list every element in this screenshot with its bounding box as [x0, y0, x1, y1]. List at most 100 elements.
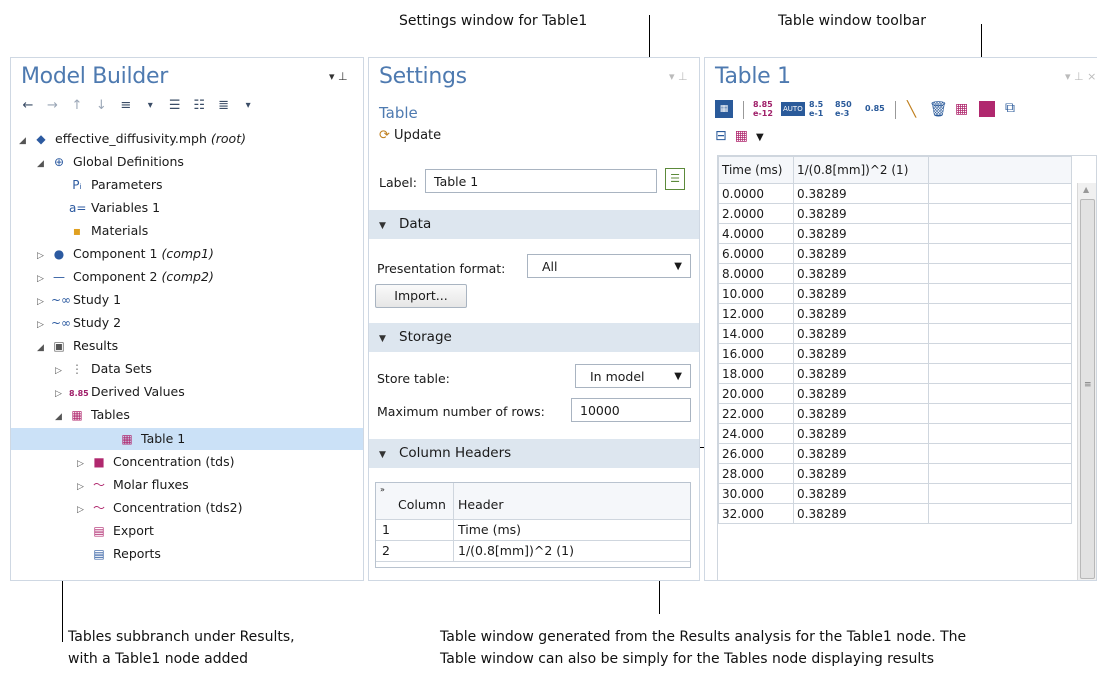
table-row[interactable]: 24.000 0.38289: [718, 423, 1072, 444]
expand-sections-icon[interactable]: ☰: [168, 99, 182, 113]
cell-time[interactable]: 26.000: [718, 443, 794, 464]
cell-value[interactable]: 0.38289: [793, 403, 929, 424]
delete-icon[interactable]: 🗑: [929, 100, 948, 118]
automatic-notation-icon[interactable]: AUTO: [781, 102, 805, 116]
tree-item-root[interactable]: ◢ ◆ effective_diffusivity.mph (root): [19, 128, 246, 150]
table-row[interactable]: 22.000 0.38289: [718, 403, 1072, 424]
table-row[interactable]: 10.000 0.38289: [718, 283, 1072, 304]
cell-value[interactable]: 0.38289: [793, 383, 929, 404]
cell-time[interactable]: 2.0000: [718, 203, 794, 224]
tree-item-export[interactable]: ▤ Export: [91, 520, 154, 542]
tree-item-derived-values[interactable]: ▷ 8.85 Derived Values: [55, 381, 185, 403]
table-graph-icon[interactable]: ⊟: [715, 128, 727, 144]
headers-table-row[interactable]: 1 Time (ms): [376, 520, 690, 541]
cell-time[interactable]: 0.0000: [718, 183, 794, 204]
collapsed-arrow-icon[interactable]: ▷: [37, 268, 47, 290]
tree-item-variables[interactable]: a= Variables 1: [69, 197, 160, 219]
cell-time[interactable]: 14.000: [718, 323, 794, 344]
section-storage[interactable]: ▼ Storage: [369, 323, 699, 352]
table-row[interactable]: 6.0000 0.38289: [718, 243, 1072, 264]
expanded-arrow-icon[interactable]: ◢: [55, 406, 65, 428]
tree-item-study-1[interactable]: ▷ ~∞ Study 1: [37, 289, 121, 311]
store-table-select[interactable]: In model ▼: [575, 364, 691, 388]
tree-item-results[interactable]: ◢ ▣ Results: [37, 335, 118, 357]
collapsed-arrow-icon[interactable]: ▷: [77, 453, 87, 475]
copy-table-icon[interactable]: ⧉: [1005, 100, 1015, 116]
collapse-sections-icon[interactable]: ☷: [192, 99, 206, 113]
color-table-icon[interactable]: [979, 101, 995, 117]
tree-item-data-sets[interactable]: ▷ ⋮ Data Sets: [55, 358, 152, 380]
collapsed-arrow-icon[interactable]: ▷: [55, 383, 65, 405]
tree-item-reports[interactable]: ▤ Reports: [91, 543, 161, 565]
scroll-up-arrow-icon[interactable]: ▲: [1083, 185, 1089, 194]
table-row[interactable]: 30.000 0.38289: [718, 483, 1072, 504]
table-format-icon[interactable]: ▦: [715, 100, 733, 118]
cell-time[interactable]: 30.000: [718, 483, 794, 504]
import-button[interactable]: Import...: [375, 284, 467, 308]
panel-menu-icon[interactable]: ▾ ⊥: [329, 70, 348, 83]
cell-value[interactable]: 0.38289: [793, 363, 929, 384]
cell-time[interactable]: 32.000: [718, 503, 794, 524]
reset-label-icon[interactable]: ☰: [665, 168, 685, 190]
cell-time[interactable]: 28.000: [718, 463, 794, 484]
tree-item-parameters[interactable]: Pᵢ Parameters: [69, 174, 162, 196]
cell-value[interactable]: 0.38289: [793, 223, 929, 244]
table-row[interactable]: 20.000 0.38289: [718, 383, 1072, 404]
cell-time[interactable]: 10.000: [718, 283, 794, 304]
table-row[interactable]: 26.000 0.38289: [718, 443, 1072, 464]
cell-value[interactable]: 0.38289: [793, 183, 929, 204]
cell-value[interactable]: 0.38289: [793, 303, 929, 324]
cell-value[interactable]: 0.38289: [793, 243, 929, 264]
tree-item-table-1[interactable]: ▦ Table 1: [119, 428, 185, 450]
tree-item-concentration-tds2[interactable]: ▷ 〜 Concentration (tds2): [77, 497, 242, 519]
collapsed-arrow-icon[interactable]: ▷: [37, 291, 47, 313]
cell-time[interactable]: 24.000: [718, 423, 794, 444]
table-row[interactable]: 12.000 0.38289: [718, 303, 1072, 324]
tree-item-tables[interactable]: ◢ ▦ Tables: [55, 404, 130, 426]
engineering-notation-icon[interactable]: 850 e-3: [835, 100, 852, 118]
table-row[interactable]: 0.0000 0.38289: [718, 183, 1072, 204]
cell-value[interactable]: 0.38289: [793, 423, 929, 444]
section-column-headers[interactable]: ▼ Column Headers: [369, 439, 699, 468]
view-options-icon[interactable]: ≣: [217, 99, 231, 113]
table-row[interactable]: 2.0000 0.38289: [718, 203, 1072, 224]
cell-value[interactable]: 0.38289: [793, 463, 929, 484]
table-icon[interactable]: ▦: [955, 101, 968, 117]
scrollbar-thumb[interactable]: ≡: [1080, 199, 1095, 579]
tree-item-component-2[interactable]: ▷ — Component 2 (comp2): [37, 266, 214, 288]
presentation-format-select[interactable]: All ▼: [527, 254, 691, 278]
max-rows-field[interactable]: 10000: [571, 398, 691, 422]
decimal-notation-icon[interactable]: 0.85: [865, 104, 885, 113]
collapsed-arrow-icon[interactable]: ▷: [37, 245, 47, 267]
cell-value[interactable]: 0.38289: [793, 283, 929, 304]
expanded-arrow-icon[interactable]: ◢: [37, 337, 47, 359]
show-filter-icon[interactable]: ≡: [119, 99, 133, 113]
tree-item-molar-fluxes[interactable]: ▷ 〜 Molar fluxes: [77, 474, 189, 496]
collapsed-arrow-icon[interactable]: ▷: [77, 499, 87, 521]
show-dropdown-icon[interactable]: ▾: [143, 99, 157, 113]
cell-time[interactable]: 20.000: [718, 383, 794, 404]
cell-time[interactable]: 18.000: [718, 363, 794, 384]
tree-item-global-definitions[interactable]: ◢ ⊕ Global Definitions: [37, 151, 184, 173]
column-header-value[interactable]: 1/(0.8[mm])^2 (1): [793, 156, 929, 184]
expanded-arrow-icon[interactable]: ◢: [37, 153, 47, 175]
scientific-notation-icon[interactable]: 8.5 e-1: [809, 100, 823, 118]
clear-table-icon[interactable]: ╲: [907, 100, 916, 118]
full-precision-icon[interactable]: 8.85 e-12: [753, 100, 773, 118]
cell-value[interactable]: 0.38289: [793, 503, 929, 524]
tree-item-study-2[interactable]: ▷ ~∞ Study 2: [37, 312, 121, 334]
table-row[interactable]: 32.000 0.38289: [718, 503, 1072, 524]
column-header-time[interactable]: Time (ms): [718, 156, 794, 184]
section-data[interactable]: ▼ Data: [369, 210, 699, 239]
collapsed-arrow-icon[interactable]: ▷: [37, 314, 47, 336]
move-up-icon[interactable]: ↑: [70, 99, 84, 113]
tree-item-concentration-tds[interactable]: ▷ ■ Concentration (tds): [77, 451, 235, 473]
panel-pin-icon[interactable]: ▾ ⊥ ×: [1065, 70, 1096, 83]
cell-time[interactable]: 12.000: [718, 303, 794, 324]
cell-value[interactable]: 0.38289: [793, 203, 929, 224]
cell-value[interactable]: 0.38289: [793, 263, 929, 284]
table-surface-icon[interactable]: ▦: [735, 128, 748, 144]
vertical-scrollbar[interactable]: ▲ ≡: [1077, 183, 1096, 580]
collapsed-arrow-icon[interactable]: ▷: [55, 360, 65, 382]
cell-time[interactable]: 6.0000: [718, 243, 794, 264]
